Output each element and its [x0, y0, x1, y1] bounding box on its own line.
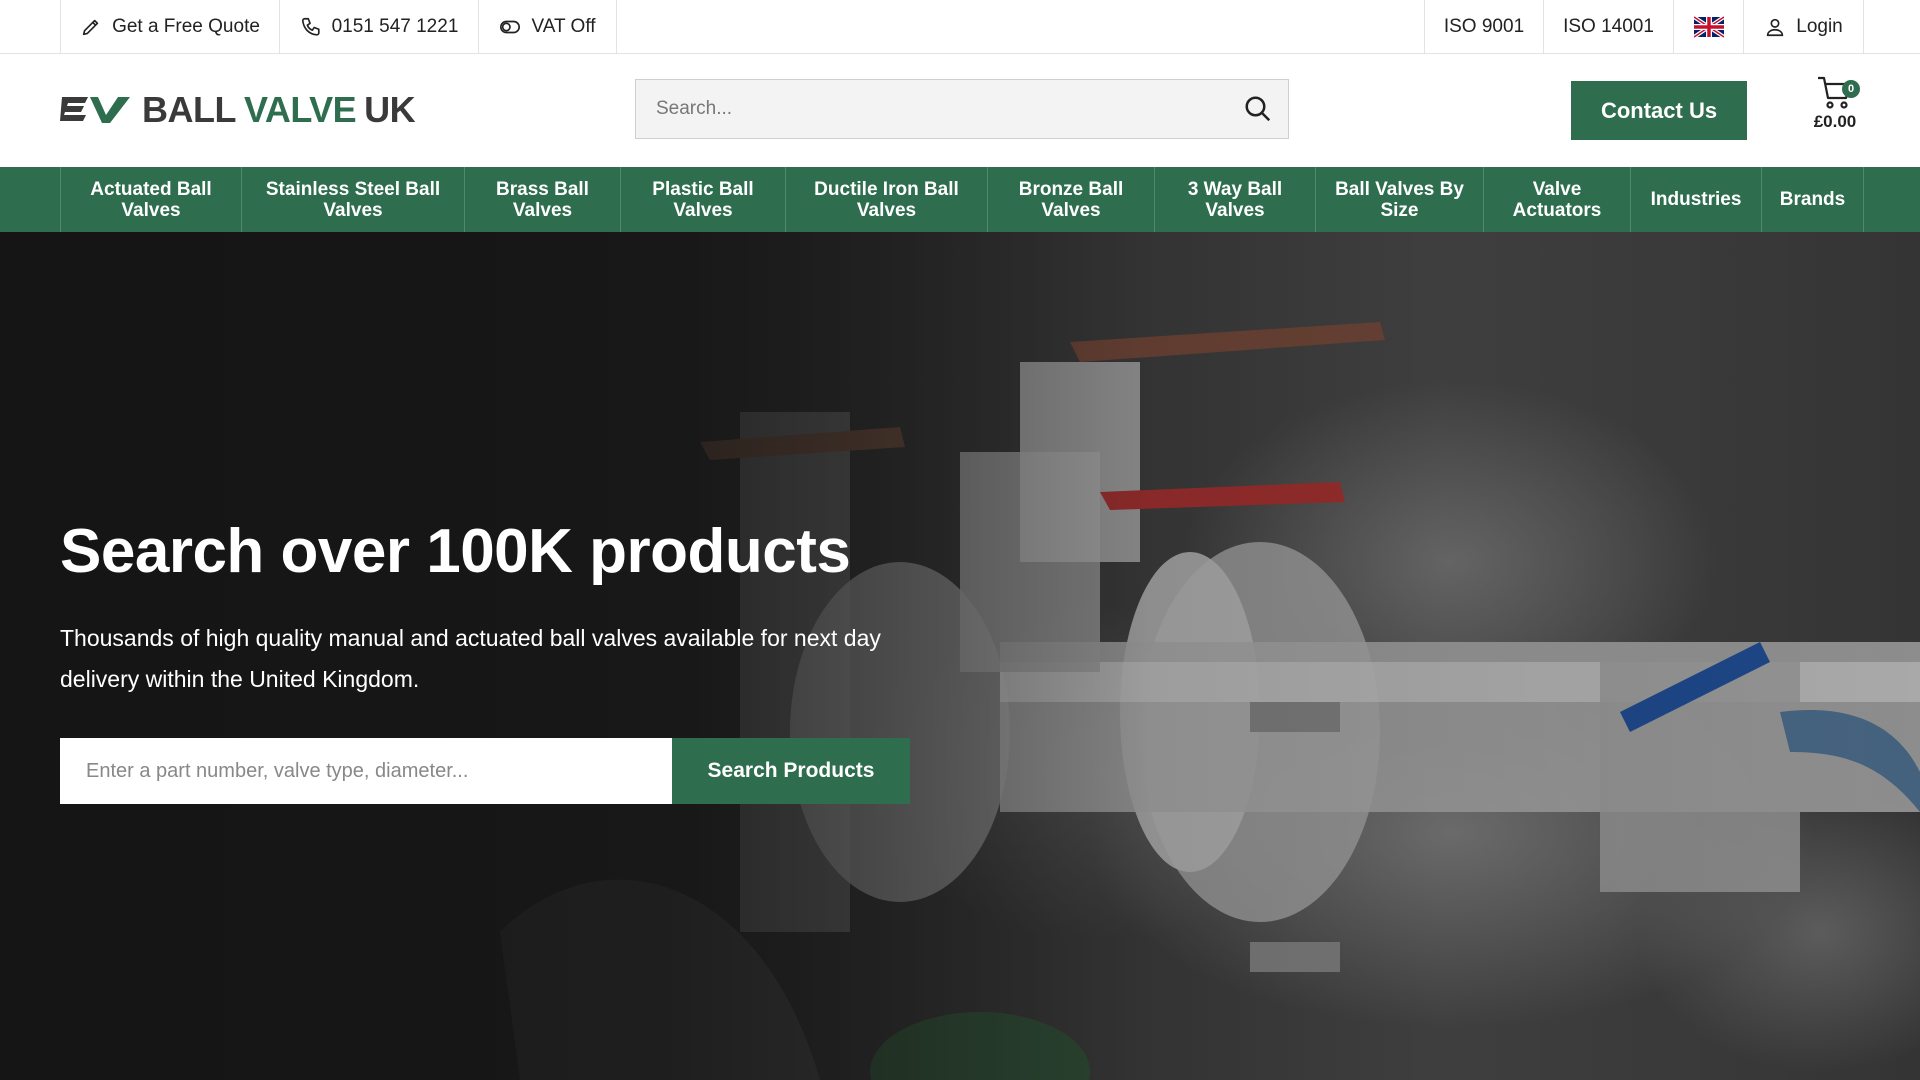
phone-icon [301, 17, 320, 36]
toggle-icon [500, 20, 521, 34]
logo-word-uk: UK [364, 89, 416, 130]
free-quote-label: Get a Free Quote [112, 16, 260, 37]
nav-item-stainless-steel-ball-valves[interactable]: Stainless Steel Ball Valves [242, 167, 465, 232]
top-utility-bar: Get a Free Quote 0151 547 1221 VAT Off I… [0, 0, 1920, 54]
nav-label-line1: Plastic Ball [652, 178, 754, 200]
nav-label-line2: Size [1380, 199, 1419, 221]
nav-label-line2: Valves [673, 199, 733, 221]
nav-item-brass-ball-valves[interactable]: Brass Ball Valves [465, 167, 621, 232]
nav-label-line1: Ductile Iron Ball [814, 178, 959, 200]
phone-link[interactable]: 0151 547 1221 [280, 0, 479, 54]
free-quote-link[interactable]: Get a Free Quote [60, 0, 280, 54]
pencil-icon [82, 19, 99, 36]
nav-item-brands[interactable]: Brands [1762, 167, 1864, 232]
nav-item-actuated-ball-valves[interactable]: Actuated Ball Valves [60, 167, 242, 232]
uk-flag-icon [1693, 15, 1724, 39]
nav-label-line2: Valves [512, 199, 573, 221]
header-search-input[interactable] [636, 80, 1228, 138]
nav-item-valve-actuators[interactable]: Valve Actuators [1484, 167, 1631, 232]
nav-item-ball-valves-by-size[interactable]: Ball Valves By Size [1316, 167, 1484, 232]
nav-label: 3 Way Ball Valves [1188, 179, 1282, 221]
login-link[interactable]: Login [1744, 0, 1864, 54]
logo-word-ball: BALL [142, 89, 236, 130]
hero-search-input[interactable] [60, 738, 672, 804]
hero-title: Search over 100K products [60, 517, 851, 586]
nav-label-line2: Valves [856, 199, 917, 221]
nav-label: Brass Ball Valves [496, 179, 589, 221]
nav-label: Plastic Ball Valves [652, 179, 753, 221]
user-icon [1767, 18, 1784, 37]
nav-label-line2: Valves [323, 199, 383, 221]
nav-label: Actuated Ball Valves [90, 179, 211, 221]
login-label: Login [1796, 16, 1843, 37]
nav-label: Industries [1650, 189, 1742, 210]
nav-label-line1: Ball Valves By [1335, 178, 1464, 200]
nav-label-line2: Actuators [1512, 199, 1602, 221]
hero-banner: Search over 100K products Thousands of h… [0, 232, 1920, 1080]
vat-label: VAT Off [531, 16, 596, 37]
nav-item-3-way-ball-valves[interactable]: 3 Way Ball Valves [1155, 167, 1316, 232]
nav-label: Stainless Steel Ball Valves [266, 179, 440, 221]
iso-14001-link[interactable]: ISO 14001 [1544, 0, 1674, 54]
cart-button[interactable]: 0 £0.00 [1800, 68, 1870, 148]
nav-item-ductile-iron-ball-valves[interactable]: Ductile Iron Ball Valves [786, 167, 988, 232]
nav-label: Valve Actuators [1513, 179, 1602, 221]
nav-label-line1: Stainless Steel Ball [265, 178, 441, 200]
nav-item-plastic-ball-valves[interactable]: Plastic Ball Valves [621, 167, 786, 232]
nav-item-bronze-ball-valves[interactable]: Bronze Ball Valves [988, 167, 1155, 232]
nav-label-line1: Valve [1532, 178, 1582, 200]
nav-item-industries[interactable]: Industries [1631, 167, 1762, 232]
nav-label: Ductile Iron Ball Valves [814, 179, 959, 221]
header-search [635, 79, 1289, 139]
phone-label: 0151 547 1221 [331, 16, 459, 37]
iso-9001-label: ISO 9001 [1443, 16, 1525, 37]
main-navigation: Actuated Ball Valves Stainless Steel Ball… [0, 167, 1920, 232]
cart-total: £0.00 [1813, 112, 1857, 131]
search-icon [1245, 96, 1271, 122]
hero-search: Search Products [60, 738, 910, 804]
nav-label-line2: Valves [1205, 199, 1265, 221]
hero-description: Thousands of high quality manual and act… [60, 625, 881, 692]
site-logo[interactable]: BALL VALVE UK [60, 88, 416, 132]
nav-label-line1: Bronze Ball [1018, 178, 1124, 200]
nav-label-line1: Actuated Ball [90, 178, 212, 200]
iso-14001-label: ISO 14001 [1563, 16, 1654, 37]
nav-label-line1: 3 Way Ball [1187, 178, 1283, 200]
nav-label-line2: Valves [121, 199, 181, 221]
header-search-button[interactable] [1228, 79, 1288, 139]
bv-logo-icon [60, 97, 130, 123]
vat-toggle[interactable]: VAT Off [479, 0, 617, 54]
iso-9001-link[interactable]: ISO 9001 [1424, 0, 1544, 54]
contact-us-button[interactable]: Contact Us [1571, 81, 1747, 140]
nav-label: Brands [1779, 189, 1846, 210]
cart-count-badge: 0 [1842, 80, 1860, 98]
search-products-button[interactable]: Search Products [672, 738, 910, 804]
nav-label-line2: Valves [1041, 199, 1101, 221]
nav-label: Ball Valves By Size [1335, 179, 1464, 221]
nav-label: Bronze Ball Valves [1019, 179, 1124, 221]
language-selector[interactable] [1674, 0, 1744, 54]
nav-label-line1: Brass Ball [496, 178, 589, 200]
logo-word-valve: VALVE [243, 89, 357, 130]
site-header: BALL VALVE UK Contact Us 0 £0.00 [0, 54, 1920, 167]
